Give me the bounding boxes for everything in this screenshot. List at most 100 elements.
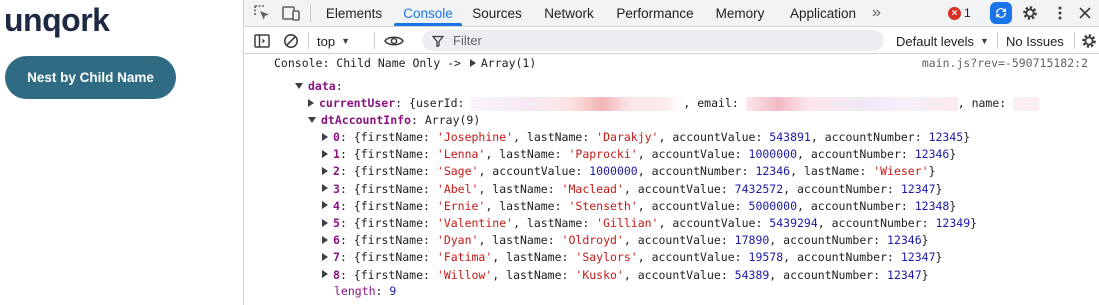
- string-value: 'Wieser': [873, 164, 929, 179]
- error-count-badge[interactable]: × 1: [948, 4, 978, 22]
- error-count: 1: [964, 6, 971, 20]
- live-expression-eye-icon[interactable]: [384, 31, 404, 51]
- length-key: length: [334, 284, 376, 298]
- number-value: 54389: [734, 267, 770, 282]
- field-key: accountValue: [637, 267, 721, 282]
- field-key: accountNumber: [651, 164, 742, 179]
- tab-elements[interactable]: Elements: [319, 0, 389, 26]
- sidebar-toggle-icon[interactable]: [252, 31, 272, 51]
- account-entry-row[interactable]: 5: {firstName: 'Valentine', lastName: 'G…: [322, 215, 977, 232]
- redacted-user-id: [471, 96, 684, 111]
- number-value: 12346: [755, 164, 791, 179]
- toolbar-separator: [374, 32, 375, 49]
- console-settings-gear-icon[interactable]: [1079, 31, 1099, 51]
- log-levels-select[interactable]: Default levels ▼: [896, 31, 989, 51]
- context-select[interactable]: top ▼: [317, 31, 350, 51]
- sync-icon[interactable]: [990, 2, 1012, 24]
- expand-arrow-icon[interactable]: [322, 184, 328, 193]
- number-value: 12347: [900, 181, 936, 196]
- source-link[interactable]: main.js?rev=-590715182:2: [922, 55, 1088, 72]
- expand-arrow-icon[interactable]: [322, 252, 328, 261]
- nest-by-child-name-button[interactable]: Nest by Child Name: [5, 56, 176, 99]
- number-value: 12345: [928, 130, 964, 144]
- email-key: email: [697, 96, 732, 110]
- tab-application[interactable]: Application: [780, 0, 866, 26]
- field-key: accountNumber: [810, 198, 901, 213]
- account-entry-row[interactable]: 4: {firstName: 'Ernie', lastName: 'Stens…: [322, 198, 956, 215]
- number-value: 543891: [769, 130, 811, 144]
- tab-memory[interactable]: Memory: [709, 0, 771, 26]
- tree-node-data[interactable]: data:: [295, 78, 343, 95]
- inspect-element-icon[interactable]: [252, 3, 272, 23]
- expand-arrow-icon[interactable]: [308, 98, 314, 107]
- tree-node-dt-account-info[interactable]: dtAccountInfo: Array(9): [308, 112, 480, 129]
- field-key: accountValue: [672, 216, 756, 230]
- more-tabs-chevron-icon[interactable]: »: [872, 0, 881, 26]
- field-key: lastName: [803, 164, 860, 179]
- field-key: accountValue: [672, 130, 756, 144]
- issues-button[interactable]: No Issues: [1006, 31, 1064, 51]
- string-value: 'Ernie': [436, 198, 486, 213]
- tab-network[interactable]: Network: [536, 0, 602, 26]
- tab-sources[interactable]: Sources: [466, 0, 528, 26]
- collapse-arrow-icon[interactable]: [295, 82, 303, 89]
- string-value: 'Darakjy': [596, 130, 659, 144]
- field-key: firstName: [360, 147, 424, 162]
- number-value: 12346: [887, 233, 922, 248]
- expand-arrow-icon[interactable]: [322, 149, 328, 158]
- field-key: firstName: [360, 250, 424, 265]
- kebab-menu-icon[interactable]: [1050, 3, 1070, 23]
- filter-placeholder: Filter: [453, 33, 482, 48]
- string-value: 'Saylors': [575, 250, 638, 265]
- devtools-panel: Elements Console Sources Network Perform…: [244, 0, 1099, 305]
- close-devtools-icon[interactable]: [1075, 3, 1095, 23]
- expand-arrow-icon[interactable]: [322, 166, 328, 175]
- account-entry-row[interactable]: 8: {firstName: 'Willow', lastName: 'Kusk…: [322, 267, 929, 284]
- length-value: 9: [389, 284, 397, 298]
- string-value: 'Willow': [436, 267, 493, 282]
- clear-console-icon[interactable]: [281, 31, 301, 51]
- expand-arrow-icon[interactable]: [469, 58, 476, 67]
- field-key: accountValue: [637, 181, 721, 196]
- field-key: accountNumber: [797, 181, 888, 196]
- number-value: 12346: [914, 147, 950, 162]
- entry-index: 2: [333, 164, 340, 179]
- expand-arrow-icon[interactable]: [322, 201, 328, 210]
- tree-node-current-user[interactable]: currentUser: {userId: , email: , name:: [308, 95, 1040, 112]
- account-entry-row[interactable]: 6: {firstName: 'Dyan', lastName: 'Oldroy…: [322, 232, 929, 249]
- entry-index: 5: [333, 216, 340, 230]
- dt-account-info-key: dtAccountInfo: [321, 113, 412, 127]
- context-value: top: [317, 33, 336, 49]
- expand-arrow-icon[interactable]: [322, 235, 328, 244]
- field-key: lastName: [526, 130, 583, 144]
- expand-arrow-icon[interactable]: [322, 132, 328, 141]
- field-key: accountValue: [492, 164, 576, 179]
- number-value: 12349: [935, 216, 971, 230]
- number-value: 17890: [734, 233, 770, 248]
- device-toolbar-icon[interactable]: [281, 3, 301, 23]
- entry-index: 8: [333, 267, 340, 282]
- number-value: 12347: [887, 267, 922, 282]
- string-value: 'Gillian': [596, 216, 659, 230]
- account-entry-row[interactable]: 0: {firstName: 'Josephine', lastName: 'D…: [322, 129, 970, 146]
- settings-gear-icon[interactable]: [1020, 3, 1040, 23]
- tab-performance[interactable]: Performance: [609, 0, 701, 26]
- account-entry-row[interactable]: 7: {firstName: 'Fatima', lastName: 'Sayl…: [322, 249, 942, 266]
- account-entry-row[interactable]: 3: {firstName: 'Abel', lastName: 'Maclea…: [322, 181, 942, 198]
- console-output: Console: Child Name Only -> Array(1) mai…: [244, 54, 1099, 305]
- string-value: 'Josephine': [436, 130, 514, 144]
- collapse-arrow-icon[interactable]: [308, 116, 316, 123]
- expand-arrow-icon[interactable]: [322, 218, 328, 227]
- account-entry-row[interactable]: 2: {firstName: 'Sage', accountValue: 100…: [322, 163, 936, 180]
- string-value: 'Lenna': [436, 147, 486, 162]
- console-filter-input[interactable]: Filter: [422, 30, 884, 51]
- expand-arrow-icon[interactable]: [322, 270, 328, 279]
- number-value: 12347: [900, 250, 936, 265]
- log-summary[interactable]: Array(1): [481, 56, 536, 70]
- field-key: accountNumber: [824, 130, 915, 144]
- string-value: 'Stenseth': [568, 198, 638, 213]
- unqork-logo: unqork: [4, 2, 110, 38]
- field-key: accountNumber: [783, 267, 874, 282]
- account-entry-row[interactable]: 1: {firstName: 'Lenna', lastName: 'Papro…: [322, 146, 956, 163]
- entry-index: 4: [333, 198, 340, 213]
